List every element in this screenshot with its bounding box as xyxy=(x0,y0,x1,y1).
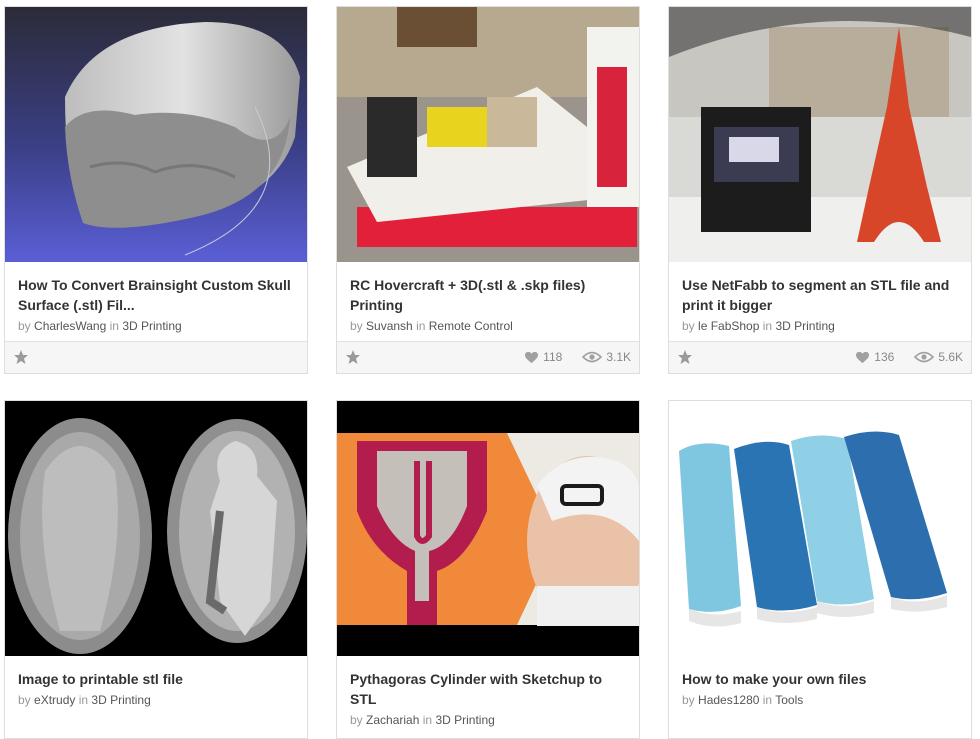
by-label: by xyxy=(682,319,695,333)
favorites-count: 118 xyxy=(543,350,563,364)
heart-icon xyxy=(856,351,870,363)
card-footer xyxy=(5,341,307,373)
views-count: 5.6K xyxy=(938,350,963,364)
star-icon[interactable] xyxy=(345,349,361,365)
in-label: in xyxy=(78,693,89,707)
project-card[interactable]: RC Hovercraft + 3D(.stl & .skp files) Pr… xyxy=(336,6,640,374)
author-link[interactable]: Zachariah xyxy=(366,713,419,727)
by-label: by xyxy=(682,693,695,707)
project-byline: by Zachariah in 3D Printing xyxy=(350,713,629,728)
author-link[interactable]: Suvansh xyxy=(366,319,413,333)
category-link[interactable]: Remote Control xyxy=(429,319,513,333)
in-label: in xyxy=(422,713,433,727)
category-link[interactable]: Tools xyxy=(775,693,803,707)
card-footer: 136 5.6K xyxy=(669,341,971,373)
category-link[interactable]: 3D Printing xyxy=(91,693,150,707)
project-title[interactable]: How to make your own files xyxy=(682,669,961,689)
author-link[interactable]: eXtrudy xyxy=(34,693,75,707)
in-label: in xyxy=(762,319,773,333)
project-byline: by Hades1280 in Tools xyxy=(682,693,961,708)
project-card[interactable]: How to make your own files by Hades1280 … xyxy=(668,400,972,739)
in-label: in xyxy=(416,319,426,333)
author-link[interactable]: CharlesWang xyxy=(34,319,106,333)
project-thumbnail[interactable] xyxy=(5,7,307,262)
views-count: 3.1K xyxy=(606,350,631,364)
project-byline: by Suvansh in Remote Control xyxy=(350,319,629,334)
favorites-count: 136 xyxy=(874,350,895,364)
by-label: by xyxy=(18,319,31,333)
project-byline: by eXtrudy in 3D Printing xyxy=(18,693,297,708)
by-label: by xyxy=(350,319,363,333)
in-label: in xyxy=(109,319,119,333)
category-link[interactable]: 3D Printing xyxy=(435,713,494,727)
card-footer: 118 3.1K xyxy=(337,341,639,373)
star-icon[interactable] xyxy=(13,349,29,365)
project-title[interactable]: Pythagoras Cylinder with Sketchup to STL xyxy=(350,669,629,709)
in-label: in xyxy=(762,693,773,707)
eye-icon xyxy=(582,351,603,363)
category-link[interactable]: 3D Printing xyxy=(122,319,181,333)
project-title[interactable]: Use NetFabb to segment an STL file and p… xyxy=(682,275,961,315)
category-link[interactable]: 3D Printing xyxy=(775,319,834,333)
card-stats: 118 3.1K xyxy=(524,350,631,364)
project-thumbnail[interactable] xyxy=(669,7,971,262)
heart-icon xyxy=(525,351,539,363)
project-thumbnail[interactable] xyxy=(669,401,971,656)
by-label: by xyxy=(18,693,31,707)
eye-icon xyxy=(914,351,935,363)
project-byline: by CharlesWang in 3D Printing xyxy=(18,319,297,334)
by-label: by xyxy=(350,713,363,727)
project-thumbnail[interactable] xyxy=(337,401,639,656)
project-card[interactable]: Image to printable stl file by eXtrudy i… xyxy=(4,400,308,739)
project-title[interactable]: How To Convert Brainsight Custom Skull S… xyxy=(18,275,297,315)
project-thumbnail[interactable] xyxy=(337,7,639,262)
project-title[interactable]: RC Hovercraft + 3D(.stl & .skp files) Pr… xyxy=(350,275,629,315)
project-card[interactable]: How To Convert Brainsight Custom Skull S… xyxy=(4,6,308,374)
project-card[interactable]: Use NetFabb to segment an STL file and p… xyxy=(668,6,972,374)
star-icon[interactable] xyxy=(677,349,693,365)
project-byline: by le FabShop in 3D Printing xyxy=(682,319,961,334)
card-stats: 136 5.6K xyxy=(855,350,963,364)
author-link[interactable]: le FabShop xyxy=(698,319,759,333)
project-card[interactable]: Pythagoras Cylinder with Sketchup to STL… xyxy=(336,400,640,739)
project-thumbnail[interactable] xyxy=(5,401,307,656)
author-link[interactable]: Hades1280 xyxy=(698,693,759,707)
project-title[interactable]: Image to printable stl file xyxy=(18,669,297,689)
